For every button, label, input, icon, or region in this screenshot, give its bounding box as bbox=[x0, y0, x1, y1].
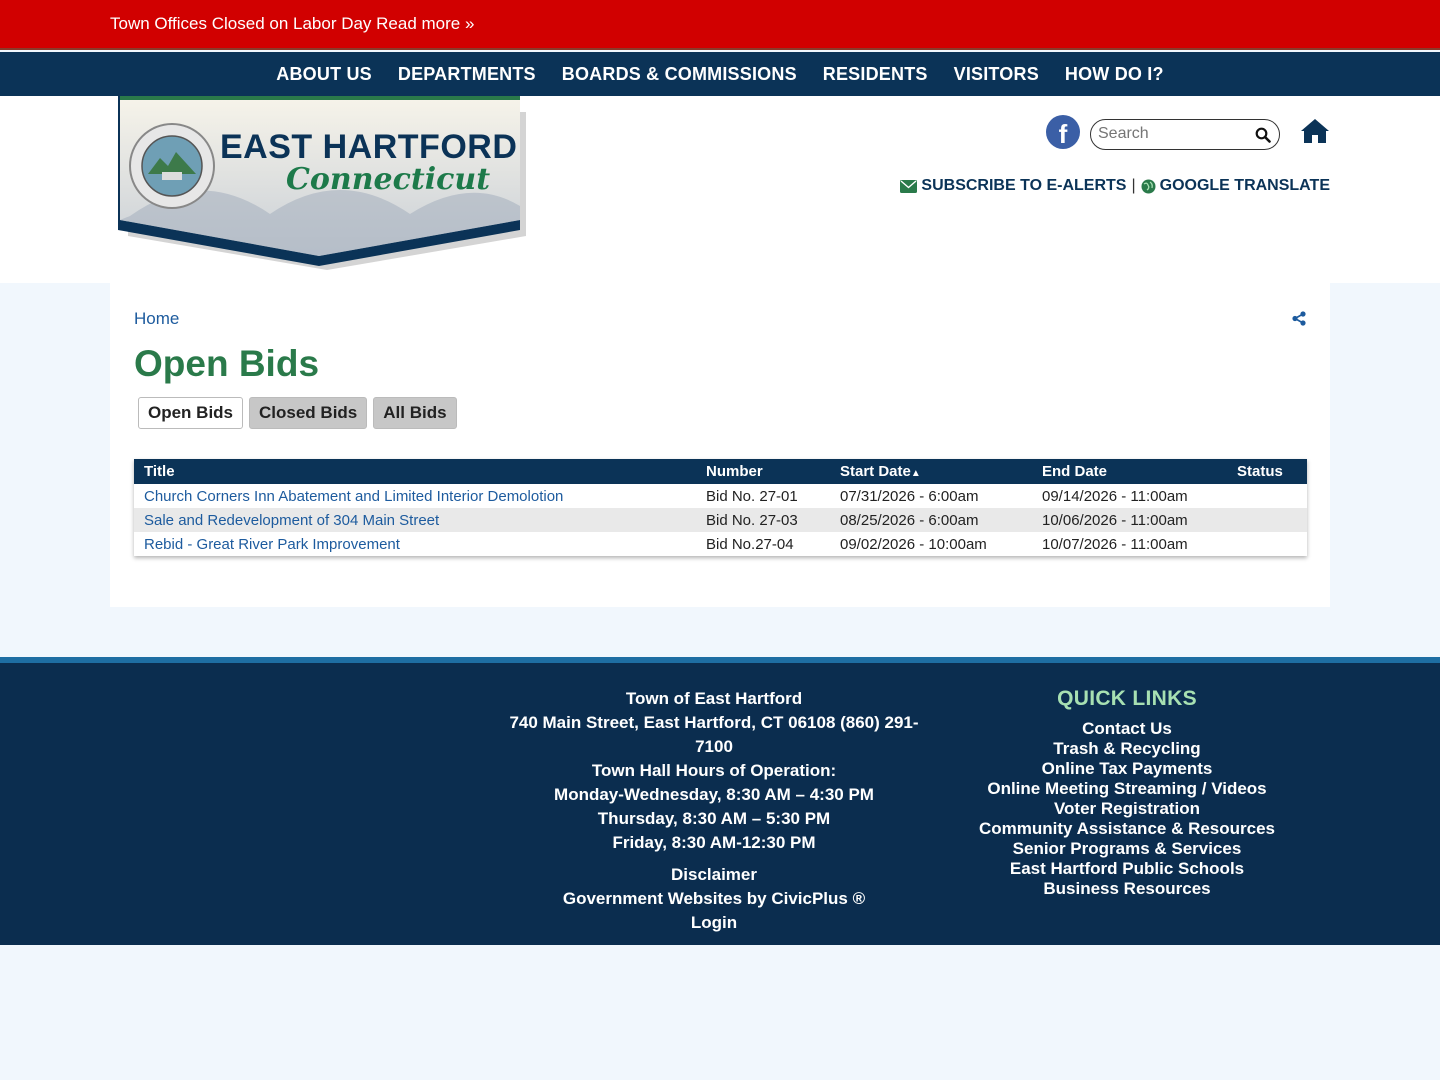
search-input[interactable] bbox=[1091, 120, 1246, 148]
main-content: Home Open Bids Open Bids Closed Bids All… bbox=[110, 283, 1330, 607]
utility-links: SUBSCRIBE TO E-ALERTS | GOOGLE TRANSLATE bbox=[900, 177, 1330, 195]
bid-status bbox=[1227, 484, 1307, 508]
page-title: Open Bids bbox=[134, 343, 320, 384]
column-end-date[interactable]: End Date bbox=[1032, 459, 1227, 484]
quick-link-voter-registration[interactable]: Voter Registration bbox=[957, 799, 1297, 819]
bid-tabs: Open Bids Closed Bids All Bids bbox=[138, 397, 463, 429]
site-header: EAST HARTFORD Connecticut f SUBSCRIBE TO… bbox=[0, 96, 1440, 283]
column-status[interactable]: Status bbox=[1227, 459, 1307, 484]
globe-icon bbox=[1141, 179, 1156, 193]
share-icon[interactable] bbox=[1292, 311, 1306, 326]
bid-number: Bid No. 27-01 bbox=[706, 487, 798, 505]
alert-link[interactable]: Town Offices Closed on Labor Day Read mo… bbox=[110, 14, 474, 34]
site-logo[interactable]: EAST HARTFORD Connecticut bbox=[110, 96, 540, 276]
footer-login-link[interactable]: Login bbox=[505, 911, 923, 935]
table-row: Sale and Redevelopment of 304 Main Stree… bbox=[134, 508, 1307, 532]
table-row: Rebid - Great River Park Improvement Bid… bbox=[134, 532, 1307, 556]
footer-hours-thu: Thursday, 8:30 AM – 5:30 PM bbox=[597, 809, 831, 828]
tab-open-bids[interactable]: Open Bids bbox=[138, 397, 244, 429]
bid-end-date: 10/06/2026 - 11:00am bbox=[1032, 508, 1227, 532]
bid-start-date: 08/25/2026 - 6:00am bbox=[830, 508, 1032, 532]
facebook-icon[interactable]: f bbox=[1046, 115, 1080, 149]
quick-link-contact-us[interactable]: Contact Us bbox=[957, 719, 1297, 739]
nav-boards-commissions[interactable]: BOARDS & COMMISSIONS bbox=[562, 64, 797, 85]
quick-link-business-resources[interactable]: Business Resources bbox=[957, 879, 1297, 899]
column-title[interactable]: Title bbox=[134, 459, 696, 484]
nav-how-do-i[interactable]: HOW DO I? bbox=[1065, 64, 1164, 85]
quick-link-senior-programs[interactable]: Senior Programs & Services bbox=[957, 839, 1297, 859]
nav-about-us[interactable]: ABOUT US bbox=[276, 64, 372, 85]
footer-hours-mon-wed: Monday-Wednesday, 8:30 AM – 4:30 PM bbox=[554, 785, 874, 804]
search-icon[interactable] bbox=[1255, 127, 1271, 143]
footer-civicplus-link[interactable]: Government Websites by CivicPlus ® bbox=[505, 887, 923, 911]
bid-status bbox=[1227, 508, 1307, 532]
column-start-date[interactable]: Start Date▲ bbox=[830, 459, 1032, 484]
envelope-icon bbox=[900, 179, 918, 193]
bid-number: Bid No. 27-03 bbox=[696, 508, 830, 532]
utility-separator: | bbox=[1131, 177, 1136, 194]
quick-links-title: QUICK LINKS bbox=[1057, 687, 1197, 710]
main-nav: ABOUT US DEPARTMENTS BOARDS & COMMISSION… bbox=[0, 52, 1440, 96]
alert-bar: Town Offices Closed on Labor Day Read mo… bbox=[0, 0, 1440, 50]
bid-title-link[interactable]: Sale and Redevelopment of 304 Main Stree… bbox=[134, 508, 696, 532]
bid-title-link[interactable]: Rebid - Great River Park Improvement bbox=[134, 532, 696, 556]
nav-visitors[interactable]: VISITORS bbox=[954, 64, 1039, 85]
nav-departments[interactable]: DEPARTMENTS bbox=[398, 64, 536, 85]
table-header-row: Title Number Start Date▲ End Date Status bbox=[134, 459, 1307, 484]
sort-ascending-icon: ▲ bbox=[910, 468, 921, 479]
quick-link-trash-recycling[interactable]: Trash & Recycling bbox=[957, 739, 1297, 759]
bid-number: Bid No.27-04 bbox=[706, 535, 794, 553]
site-footer: Town of East Hartford 740 Main Street, E… bbox=[0, 657, 1440, 945]
bid-end-date: 10/07/2026 - 11:00am bbox=[1042, 535, 1188, 553]
footer-hours-heading: Town Hall Hours of Operation: bbox=[591, 761, 837, 780]
bid-start-date: 07/31/2026 - 6:00am bbox=[840, 487, 979, 505]
footer-town-name: Town of East Hartford bbox=[625, 689, 803, 708]
subscribe-e-alerts-link[interactable]: SUBSCRIBE TO E-ALERTS bbox=[921, 177, 1126, 195]
bid-start-date: 09/02/2026 - 10:00am bbox=[840, 535, 987, 553]
tab-all-bids[interactable]: All Bids bbox=[373, 397, 457, 429]
column-number[interactable]: Number bbox=[696, 459, 830, 484]
footer-hours-fri: Friday, 8:30 AM-12:30 PM bbox=[612, 833, 816, 852]
bid-title-link[interactable]: Church Corners Inn Abatement and Limited… bbox=[134, 484, 696, 508]
search-box bbox=[1090, 119, 1280, 150]
tab-closed-bids[interactable]: Closed Bids bbox=[249, 397, 368, 429]
google-translate-link[interactable]: GOOGLE TRANSLATE bbox=[1160, 177, 1330, 195]
logo-subtitle: Connecticut bbox=[286, 162, 491, 197]
nav-residents[interactable]: RESIDENTS bbox=[823, 64, 928, 85]
bid-status bbox=[1227, 532, 1307, 556]
quick-link-online-tax-payments[interactable]: Online Tax Payments bbox=[957, 759, 1297, 779]
bids-table: Title Number Start Date▲ End Date Status… bbox=[134, 459, 1307, 556]
home-icon[interactable] bbox=[1300, 118, 1330, 144]
table-row: Church Corners Inn Abatement and Limited… bbox=[134, 484, 1307, 508]
footer-contact: Town of East Hartford 740 Main Street, E… bbox=[505, 687, 923, 855]
footer-links: Disclaimer Government Websites by CivicP… bbox=[505, 863, 923, 935]
quick-links: QUICK LINKS Contact Us Trash & Recycling… bbox=[957, 687, 1297, 899]
bid-end-date: 09/14/2026 - 11:00am bbox=[1042, 487, 1188, 505]
footer-address: 740 Main Street, East Hartford, CT 06108… bbox=[509, 713, 919, 756]
footer-disclaimer-link[interactable]: Disclaimer bbox=[505, 863, 923, 887]
quick-link-public-schools[interactable]: East Hartford Public Schools bbox=[957, 859, 1297, 879]
quick-link-community-assistance[interactable]: Community Assistance & Resources bbox=[957, 819, 1297, 839]
quick-link-meeting-streaming[interactable]: Online Meeting Streaming / Videos bbox=[957, 779, 1297, 799]
breadcrumb-home[interactable]: Home bbox=[134, 309, 179, 329]
